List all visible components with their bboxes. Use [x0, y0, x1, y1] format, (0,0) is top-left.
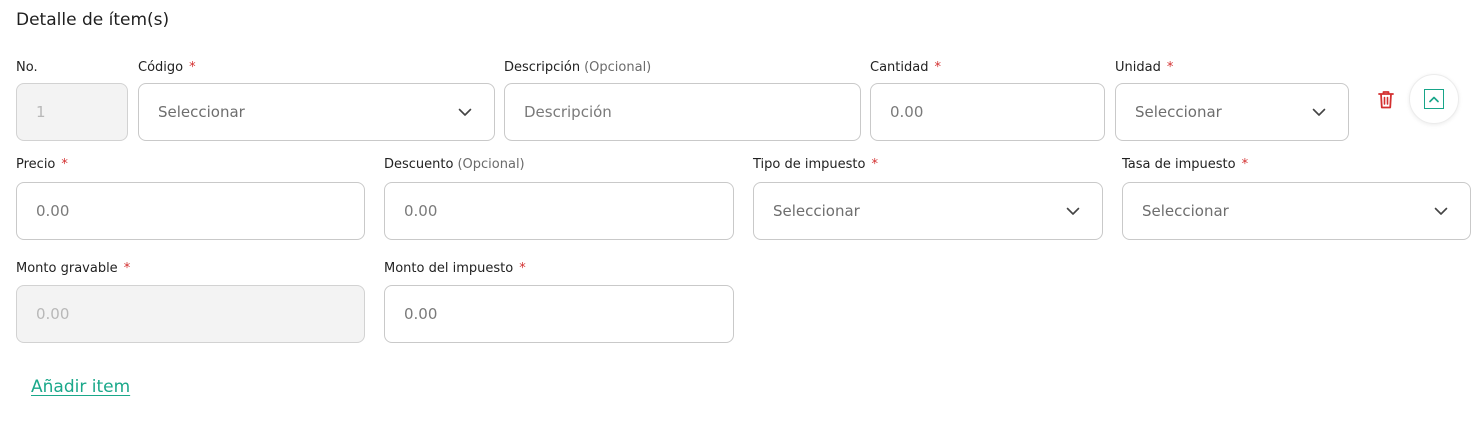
no-field [16, 83, 128, 141]
delete-item-button[interactable] [1375, 88, 1397, 110]
monto-impuesto-label-text: Monto del impuesto [384, 261, 514, 276]
tasa-impuesto-select-value: Seleccionar [1142, 202, 1229, 220]
monto-impuesto-label: Monto del impuesto * [384, 261, 526, 276]
precio-label-text: Precio [16, 157, 56, 172]
descripcion-label: Descripción (Opcional) [504, 60, 651, 75]
cantidad-label-text: Cantidad [870, 60, 929, 75]
monto-gravable-field [16, 285, 365, 343]
chevron-up-icon [1424, 89, 1444, 109]
tasa-impuesto-select[interactable]: Seleccionar [1122, 182, 1471, 240]
monto-gravable-label: Monto gravable * [16, 261, 130, 276]
trash-icon [1378, 90, 1394, 108]
chevron-down-icon [1065, 203, 1081, 219]
descripcion-label-text: Descripción [504, 60, 581, 75]
required-marker: * [871, 157, 878, 172]
no-label: No. [16, 60, 38, 75]
codigo-select-value: Seleccionar [158, 103, 245, 121]
required-marker: * [934, 60, 941, 75]
descuento-label: Descuento (Opcional) [384, 157, 525, 172]
codigo-label: Código * [138, 60, 196, 75]
add-item-link[interactable]: Añadir item [31, 377, 130, 397]
tasa-impuesto-label-text: Tasa de impuesto [1122, 157, 1236, 172]
unidad-select-value: Seleccionar [1135, 103, 1222, 121]
descuento-label-text: Descuento [384, 157, 454, 172]
monto-gravable-label-text: Monto gravable [16, 261, 118, 276]
unidad-label: Unidad * [1115, 60, 1173, 75]
monto-impuesto-input[interactable] [384, 285, 734, 343]
tipo-impuesto-select[interactable]: Seleccionar [753, 182, 1103, 240]
required-marker: * [61, 157, 68, 172]
chevron-down-icon [1311, 104, 1327, 120]
cantidad-input[interactable] [870, 83, 1105, 141]
optional-marker: (Opcional) [584, 60, 652, 75]
tasa-impuesto-label: Tasa de impuesto * [1122, 157, 1248, 172]
tipo-impuesto-label: Tipo de impuesto * [753, 157, 878, 172]
required-marker: * [123, 261, 131, 276]
tipo-impuesto-label-text: Tipo de impuesto [753, 157, 866, 172]
precio-input[interactable] [16, 182, 365, 240]
no-label-text: No. [16, 60, 38, 75]
precio-label: Precio * [16, 157, 68, 172]
descuento-input[interactable] [384, 182, 734, 240]
optional-marker: (Opcional) [457, 157, 525, 172]
codigo-label-text: Código [138, 60, 184, 75]
codigo-select[interactable]: Seleccionar [138, 83, 495, 141]
chevron-down-icon [457, 104, 473, 120]
unidad-label-text: Unidad [1115, 60, 1161, 75]
descripcion-input[interactable] [504, 83, 861, 141]
tipo-impuesto-select-value: Seleccionar [773, 202, 860, 220]
required-marker: * [189, 60, 196, 75]
required-marker: * [1241, 157, 1249, 172]
collapse-item-button[interactable] [1409, 74, 1459, 124]
cantidad-label: Cantidad * [870, 60, 941, 75]
required-marker: * [1166, 60, 1174, 75]
required-marker: * [519, 261, 526, 276]
unidad-select[interactable]: Seleccionar [1115, 83, 1349, 141]
chevron-down-icon [1433, 203, 1449, 219]
section-title: Detalle de ítem(s) [16, 10, 170, 30]
